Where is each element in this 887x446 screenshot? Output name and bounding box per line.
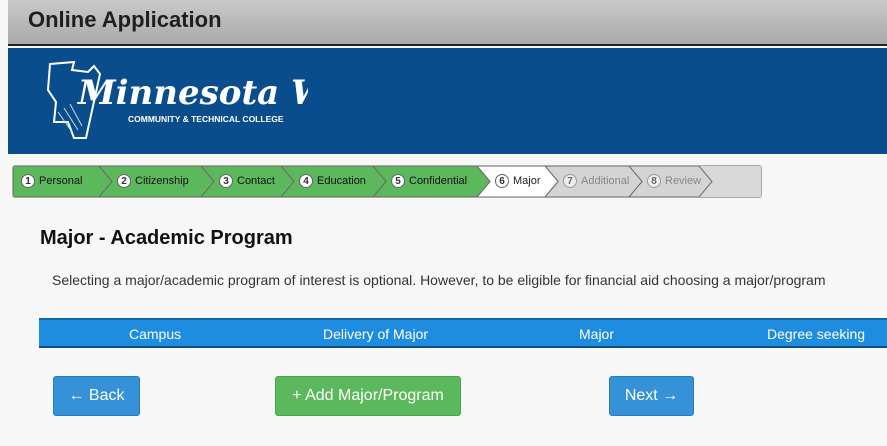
column-header-campus: Campus <box>129 326 182 342</box>
logo-subtitle: COMMUNITY & TECHNICAL COLLEGE <box>128 114 284 124</box>
step-number: 1 <box>21 174 35 188</box>
column-header-degree: Degree seeking <box>767 326 866 342</box>
add-major-button[interactable]: + Add Major/Program <box>275 376 461 416</box>
step-content: 1 Personal <box>21 174 82 188</box>
step-content: 5 Confidential <box>391 174 467 188</box>
college-banner: Minnesota West COMMUNITY & TECHNICAL COL… <box>8 48 887 154</box>
step-number: 8 <box>647 174 661 188</box>
step-additional: 7 Additional <box>545 166 643 197</box>
step-content: 6 Major <box>495 174 541 188</box>
step-personal[interactable]: 1 Personal <box>13 166 113 197</box>
step-content: 4 Education <box>299 174 366 188</box>
application-progress: 1 Personal 2 Citizenship 3 Contact 4 Education 5… <box>12 165 762 198</box>
step-label: Additional <box>581 175 630 187</box>
college-logo: Minnesota West COMMUNITY & TECHNICAL COL… <box>46 60 308 139</box>
step-content: 8 Review <box>647 174 701 188</box>
step-number: 5 <box>391 174 405 188</box>
step-content: 3 Contact <box>219 174 275 188</box>
logo-name: Minnesota West <box>77 73 308 113</box>
step-education[interactable]: 4 Education <box>281 166 387 197</box>
next-button[interactable]: Next → <box>609 376 694 416</box>
step-label: Review <box>665 175 702 187</box>
app-header: Online Application <box>8 0 887 46</box>
step-contact[interactable]: 3 Contact <box>201 166 295 197</box>
column-header-major: Major <box>579 326 615 342</box>
step-label: Citizenship <box>135 175 189 187</box>
step-number: 7 <box>563 174 577 188</box>
step-number: 2 <box>117 174 131 188</box>
step-content: 7 Additional <box>563 174 629 188</box>
step-citizenship[interactable]: 2 Citizenship <box>99 166 215 197</box>
app-title: Online Application <box>28 7 222 32</box>
step-content: 2 Citizenship <box>117 174 189 188</box>
step-label: Confidential <box>409 175 468 187</box>
step-label: Education <box>317 175 366 187</box>
back-button[interactable]: ← Back <box>53 376 140 416</box>
column-header-delivery: Delivery of Major <box>323 326 429 342</box>
step-confidential[interactable]: 5 Confidential <box>373 166 491 197</box>
intro-text: Selecting a major/academic program of in… <box>52 272 826 288</box>
step-label: Personal <box>39 175 83 187</box>
step-label: Contact <box>237 175 275 187</box>
step-number: 6 <box>495 174 509 188</box>
page-title: Major - Academic Program <box>40 227 293 249</box>
step-label: Major <box>513 175 541 187</box>
step-number: 3 <box>219 174 233 188</box>
majors-table-header: Campus Delivery of Major Major Degree se… <box>39 318 887 348</box>
step-number: 4 <box>299 174 313 188</box>
